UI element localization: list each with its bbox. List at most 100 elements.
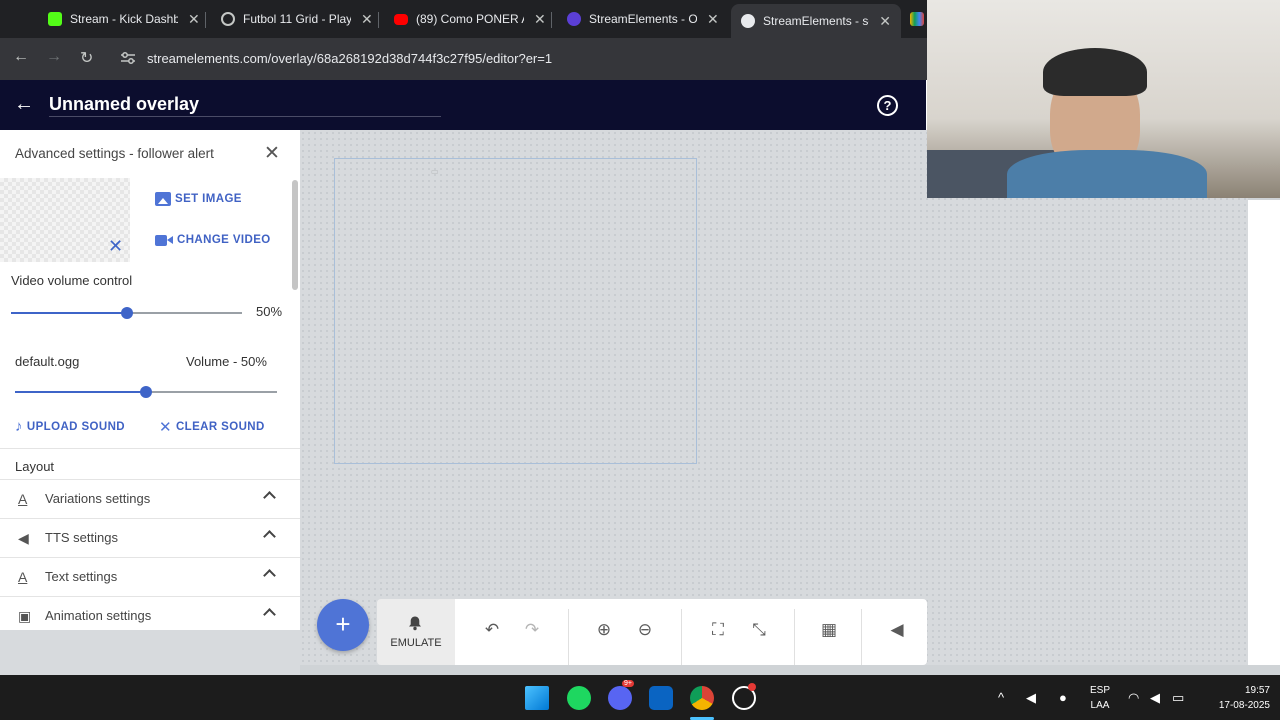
- outlook-icon[interactable]: [649, 686, 673, 710]
- upload-sound-button[interactable]: ♪ UPLOAD SOUND: [15, 418, 125, 435]
- speaker-icon[interactable]: ◀: [1026, 690, 1036, 706]
- windows-taskbar: 9+ ^ ◀ ● ESP LAA ◠ ◀ ▭ 19:57 17-08-2025: [0, 675, 1280, 720]
- tab-title: Stream - Kick Dashboard: [70, 12, 178, 26]
- browser-tab-streamelements[interactable]: StreamElements - Ov ✕: [557, 6, 729, 32]
- webcam-headset: [1043, 48, 1147, 96]
- close-icon[interactable]: ✕: [264, 142, 280, 165]
- slider-thumb[interactable]: [140, 386, 152, 398]
- canvas-right-edge: [1248, 200, 1280, 665]
- chrome-icon[interactable]: [690, 686, 714, 710]
- browser-forward-icon[interactable]: →: [46, 48, 62, 66]
- video-volume-label: Video volume control: [11, 273, 133, 288]
- kick-icon: [48, 12, 62, 26]
- close-tab-icon[interactable]: ✕: [361, 11, 373, 28]
- layout-label: Layout: [15, 459, 55, 474]
- streamelements-icon: [567, 12, 581, 26]
- sound-volume-label: Volume - 50%: [186, 354, 267, 369]
- browser-tab-streamelements-active[interactable]: StreamElements - ser ✕: [731, 4, 901, 38]
- help-icon[interactable]: ?: [877, 95, 898, 116]
- exit-fullscreen-icon[interactable]: ⤡: [748, 619, 770, 641]
- browser-tab-kick[interactable]: Stream - Kick Dashboard ✕: [38, 6, 210, 32]
- close-tab-icon[interactable]: ✕: [534, 11, 546, 28]
- emulate-button[interactable]: EMULATE: [377, 599, 455, 665]
- volume-icon[interactable]: ◀: [886, 619, 908, 641]
- webcam-feed: [927, 0, 1280, 198]
- volume-icon[interactable]: ◀: [1150, 690, 1160, 706]
- back-arrow-icon[interactable]: ←: [14, 93, 34, 116]
- section-tts-settings[interactable]: ◀ TTS settings: [0, 518, 300, 556]
- chevron-up-icon[interactable]: ^: [998, 690, 1004, 705]
- microphone-icon[interactable]: ●: [1059, 690, 1067, 705]
- section-variations-settings[interactable]: A Variations settings: [0, 479, 300, 517]
- section-label: Text settings: [45, 569, 118, 584]
- speaker-icon: ◀: [18, 530, 29, 546]
- video-volume-slider[interactable]: [11, 306, 242, 320]
- panel-scrollbar[interactable]: [292, 180, 298, 290]
- browser-back-icon[interactable]: ←: [13, 48, 29, 66]
- chevron-up-icon: [263, 608, 276, 621]
- set-image-label: SET IMAGE: [175, 193, 242, 205]
- clear-icon: ✕: [159, 419, 172, 436]
- bell-icon: [409, 616, 421, 631]
- reload-icon[interactable]: ↻: [80, 48, 93, 68]
- keyboard-layout-indicator: LAA: [1090, 700, 1110, 711]
- text-format-icon: A: [18, 491, 28, 507]
- change-video-label: CHANGE VIDEO: [177, 234, 271, 246]
- movie-icon: ▣: [18, 608, 32, 624]
- change-video-button[interactable]: CHANGE VIDEO: [155, 234, 271, 246]
- browser-tab-futbol[interactable]: Futbol 11 Grid - Play ✕: [211, 6, 383, 32]
- remove-media-icon[interactable]: ✕: [108, 236, 123, 257]
- title-underline: [49, 116, 441, 117]
- editor-toolbar: ↶ ↷ ⊕ ⊖ ⛶ ⤡ ▦ ◀: [455, 599, 927, 665]
- redo-icon[interactable]: ↷: [521, 619, 543, 641]
- editor-header: ← Unnamed overlay ?: [0, 80, 926, 130]
- windows-start-icon[interactable]: [525, 686, 549, 710]
- zoom-out-icon[interactable]: ⊖: [634, 619, 656, 641]
- tab-title: StreamElements - ser: [763, 14, 870, 28]
- webcam-shirt: [1007, 150, 1207, 198]
- browser-tab-youtube[interactable]: (89) Como PONER AL ✕: [384, 6, 556, 32]
- youtube-icon: [394, 13, 408, 25]
- battery-icon[interactable]: ▭: [1172, 690, 1184, 706]
- chevron-up-icon: [263, 530, 276, 543]
- spotify-icon[interactable]: [567, 686, 591, 710]
- language-indicator[interactable]: ESP: [1086, 685, 1114, 696]
- fullscreen-icon[interactable]: ⛶: [707, 619, 729, 641]
- music-note-icon: ♪: [15, 418, 23, 435]
- undo-icon[interactable]: ↶: [481, 619, 503, 641]
- chevron-up-icon: [263, 491, 276, 504]
- streamelements-icon: [741, 14, 755, 28]
- panel-title: Advanced settings - follower alert: [15, 146, 214, 161]
- chevron-up-icon: [263, 569, 276, 582]
- discord-icon[interactable]: 9+: [608, 680, 634, 710]
- text-format-icon: A: [18, 569, 28, 585]
- widget-placeholder: ▭: [431, 167, 439, 176]
- site-settings-icon[interactable]: [120, 51, 136, 65]
- image-icon: [155, 192, 171, 206]
- overlay-title-input[interactable]: Unnamed overlay: [49, 94, 199, 115]
- grid-icon[interactable]: ▦: [818, 619, 840, 641]
- advanced-settings-panel: Advanced settings - follower alert ✕ ✕ S…: [0, 130, 300, 630]
- clear-sound-button[interactable]: ✕ CLEAR SOUND: [159, 418, 265, 436]
- colorful-tab-icon[interactable]: [910, 12, 924, 26]
- slider-thumb[interactable]: [120, 307, 133, 319]
- close-tab-icon[interactable]: ✕: [188, 11, 200, 28]
- section-animation-settings[interactable]: ▣ Animation settings: [0, 596, 300, 630]
- tab-title: StreamElements - Ov: [589, 12, 697, 26]
- add-widget-button[interactable]: +: [317, 599, 369, 651]
- url-field[interactable]: streamelements.com/overlay/68a268192d38d…: [147, 51, 552, 66]
- close-tab-icon[interactable]: ✕: [879, 13, 891, 30]
- discord-badge: 9+: [622, 680, 634, 687]
- panel-footer-area: [0, 630, 300, 675]
- clock-time[interactable]: 19:57: [1196, 685, 1270, 696]
- alert-widget-frame[interactable]: ▭: [334, 158, 697, 464]
- tab-title: (89) Como PONER AL: [416, 12, 524, 26]
- section-text-settings[interactable]: A Text settings: [0, 557, 300, 595]
- app-circle-icon[interactable]: [732, 683, 756, 710]
- wifi-icon[interactable]: ◠: [1128, 690, 1139, 706]
- video-camera-icon: [155, 234, 173, 246]
- set-image-button[interactable]: SET IMAGE: [155, 192, 242, 206]
- zoom-in-icon[interactable]: ⊕: [593, 619, 615, 641]
- close-tab-icon[interactable]: ✕: [707, 11, 719, 28]
- sound-volume-slider[interactable]: [15, 385, 277, 399]
